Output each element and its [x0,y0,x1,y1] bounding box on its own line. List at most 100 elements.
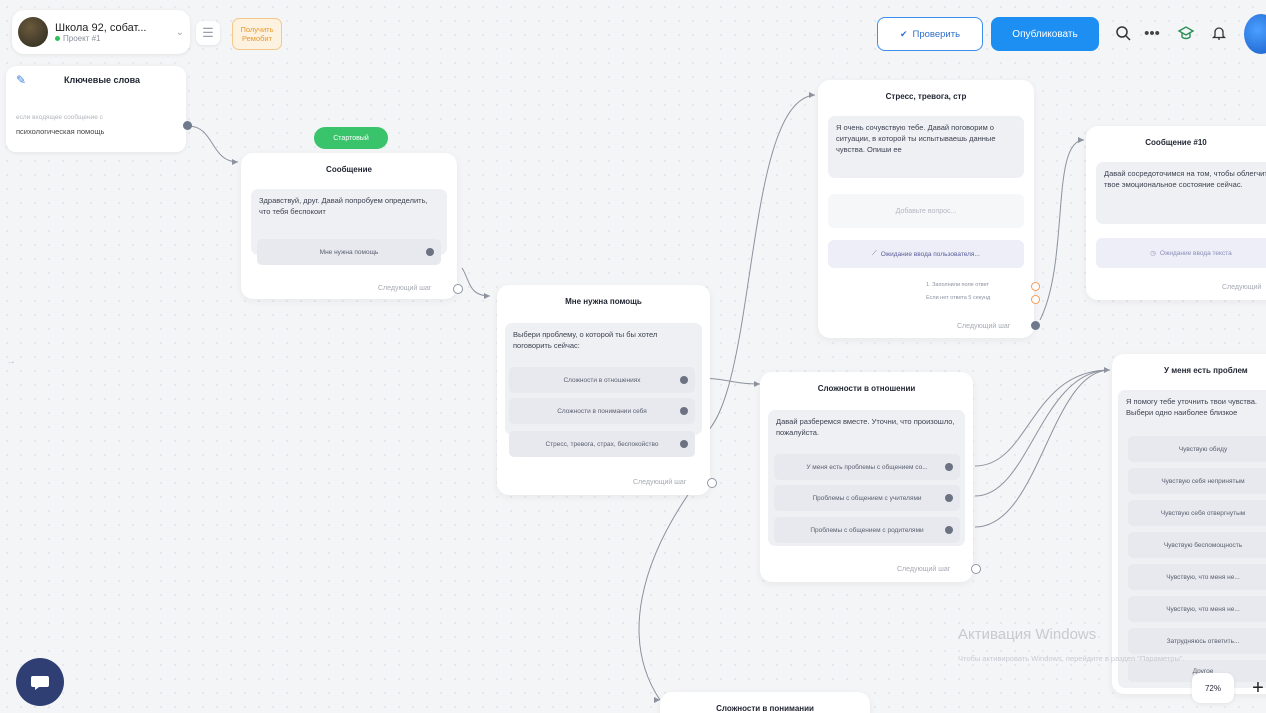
option-label: Чувствую себя отвергнутым [1160,509,1246,517]
next-step-label: Следующий [1222,284,1262,291]
option-label: Стресс, тревога, страх, беспокойство [545,440,659,448]
wait-input-field[interactable]: ◷ Ожидание ввода текста [1096,238,1266,268]
keywords-title: Ключевые слова [64,75,141,85]
start-badge: Стартовый [314,127,388,149]
option-button[interactable]: Сложности в понимании себя [509,398,695,424]
more-icon[interactable]: ••• [1141,22,1163,44]
option-label: Сложности в понимании себя [557,407,647,415]
condition-timeout: Если нет ответа 5 секунд [926,295,991,301]
option-button[interactable]: Сложности в отношениях [509,367,695,393]
condition-port[interactable] [1031,295,1040,304]
clock-icon: ◷ [1150,250,1156,257]
node-problem[interactable]: У меня есть проблем Я помогу тебе уточни… [1112,354,1266,694]
bell-icon[interactable] [1208,22,1230,44]
option-button[interactable]: Чувствую беспомощность [1128,532,1266,558]
graduation-cap-icon[interactable] [1175,22,1197,44]
check-button[interactable]: ✔ Проверить [877,17,983,51]
check-icon: ✔ [899,28,908,39]
next-step-port[interactable] [1031,321,1040,330]
next-step-label: Следующий шаг [633,479,687,486]
zoom-in-icon[interactable]: + [1248,673,1266,703]
option-button[interactable]: Стресс, тревога, страх, беспокойство [509,431,695,457]
chat-icon [31,676,49,690]
option-button[interactable]: Затрудняюсь ответить... [1128,628,1266,654]
option-label: Чувствую, что меня не... [1166,573,1240,581]
search-icon[interactable] [1112,22,1134,44]
option-button[interactable]: Проблемы с общением с учителями [774,485,960,511]
next-step-port[interactable] [453,284,463,294]
node-help[interactable]: Мне нужна помощь Выбери проблему, о кото… [497,285,710,495]
option-button[interactable]: Чувствую, что меня не... [1128,564,1266,590]
publish-button[interactable]: Опубликовать [991,17,1099,51]
zoom-level[interactable]: 72% [1192,673,1234,703]
keywords-card[interactable]: ✎ Ключевые слова если входящее сообщение… [6,66,186,152]
node-understanding[interactable]: Сложности в понимании [660,692,870,713]
keywords-value: психологическая помощь [16,127,105,136]
node-text-content: Я очень сочувствую тебе. Давай поговорим… [836,123,996,154]
connection-keywords-message [187,125,239,163]
option-port[interactable] [945,494,953,502]
chat-support-button[interactable] [16,658,64,706]
menu-icon[interactable]: ☰ [196,21,220,45]
node-text-content: Здравствуй, друг. Давай попробуем опреде… [259,196,428,216]
option-port[interactable] [426,248,434,256]
node-text-content: Давай сосредоточимся на том, чтобы облег… [1104,169,1266,189]
node-title: Сложности в понимании [716,704,814,713]
chevron-updown-icon: ⌄ [175,26,184,38]
keywords-hint: если входящее сообщение с [16,114,103,121]
wait-label: Ожидание ввода пользователя... [880,250,980,258]
node-title: Мне нужна помощь [565,297,642,306]
node-title: Сообщение #10 [1145,138,1207,147]
bonus-button[interactable]: Получить Ремобит [232,18,282,50]
node-title: Сложности в отношении [817,384,916,393]
option-port[interactable] [680,440,688,448]
condition-port[interactable] [1031,282,1040,291]
add-question-field[interactable]: Добавьте вопрос... [828,194,1024,228]
node-message-10[interactable]: Сообщение #10 Давай сосредоточимся на то… [1086,126,1266,300]
next-step-port[interactable] [707,478,717,488]
connection-help-understand [638,481,698,701]
option-button[interactable]: Чувствую себя непринятым [1128,468,1266,494]
status-dot-icon [55,35,60,41]
option-label: Проблемы с общением с учителями [812,494,922,502]
option-port[interactable] [945,526,953,534]
option-port[interactable] [680,407,688,415]
windows-watermark-title: Активация Windows [958,626,1097,643]
option-button[interactable]: Проблемы с общением с родителями [774,517,960,543]
option-label: Чувствую, что меня не... [1166,605,1240,613]
node-text: Я очень сочувствую тебе. Давай поговорим… [828,116,1024,178]
wait-input-field[interactable]: ⟋ Ожидание ввода пользователя... [828,240,1024,268]
keywords-output-port[interactable] [183,121,192,130]
collapse-arrow-icon[interactable]: → [6,356,16,367]
check-label: Проверить [912,28,961,40]
node-relationships[interactable]: Сложности в отношении Давай разберемся в… [760,372,973,582]
option-port[interactable] [680,376,688,384]
option-label: Мне нужна помощь [319,248,379,256]
node-title: У меня есть проблем [1164,366,1248,375]
option-button[interactable]: Чувствую, что меня не... [1128,596,1266,622]
option-button[interactable]: Чувствую себя отвергнутым [1128,500,1266,526]
project-selector[interactable]: Школа 92, собат... Проект #1 ⌄ [12,10,190,54]
next-step-label: Следующий шаг [957,323,1011,330]
option-button[interactable]: Чувствую обиду [1128,436,1266,462]
project-avatar [18,17,48,47]
option-label: Проблемы с общением с родителями [810,526,924,534]
node-title: Стресс, тревога, стр [885,92,967,101]
wait-icon: ⟋ [872,250,877,257]
next-step-port[interactable] [971,564,981,574]
node-message[interactable]: Сообщение Здравствуй, друг. Давай попроб… [241,153,457,299]
option-button[interactable]: У меня есть проблемы с общением со... [774,454,960,480]
option-port[interactable] [945,463,953,471]
node-stress[interactable]: Стресс, тревога, стр Я очень сочувствую … [818,80,1034,338]
condition-filled: 1. Заполнили поле ответ [926,282,989,288]
node-title: Сообщение [326,165,372,174]
option-label: Чувствую себя непринятым [1161,477,1245,485]
pencil-icon[interactable]: ✎ [16,73,26,87]
option-button[interactable]: Мне нужна помощь [257,239,441,265]
windows-watermark-text: Чтобы активировать Windows, перейдите в … [958,654,1185,663]
connection-rel-problem-2 [974,369,1111,497]
project-subtitle: Проект #1 [63,33,101,43]
option-label: Затрудняюсь ответить... [1166,637,1240,645]
option-label: Сложности в отношениях [563,376,641,384]
option-label: Чувствую беспомощность [1163,541,1243,549]
